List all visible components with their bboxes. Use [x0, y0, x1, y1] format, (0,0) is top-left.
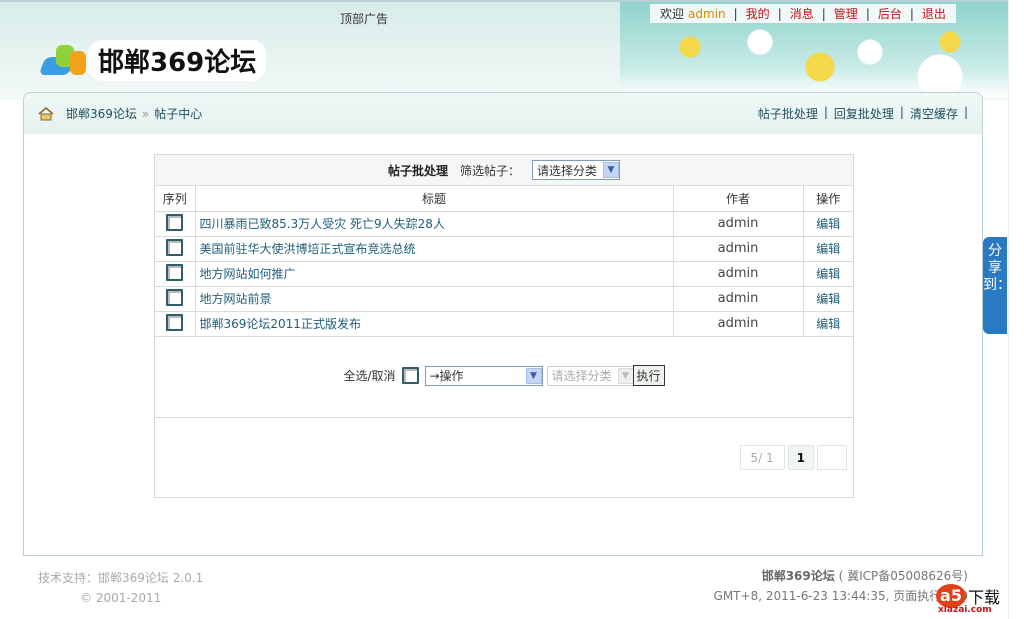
- table-row: 邯郸369论坛2011正式版发布 admin 编辑: [155, 311, 853, 337]
- category-select[interactable]: 请选择分类 ▼: [546, 365, 635, 386]
- breadcrumb-home[interactable]: 邯郸369论坛: [66, 105, 137, 122]
- edit-link[interactable]: 编辑: [816, 217, 840, 231]
- col-action: 操作: [803, 186, 853, 212]
- watermark-logo: a5 下载 xiazai.com: [936, 584, 1001, 615]
- action-cell: 编辑: [803, 311, 853, 337]
- divider: [155, 417, 853, 418]
- icp[interactable]: ( 冀ICP备05008626号): [839, 569, 968, 583]
- nav-messages[interactable]: 消息: [784, 5, 820, 22]
- post-title-link[interactable]: 四川暴雨已致85.3万人受灾 死亡9人失踪28人: [200, 217, 445, 231]
- copyright: © 2001-2011: [80, 591, 162, 605]
- batch-box-header: 帖子批处理 筛选帖子： 请选择分类 ▼: [155, 155, 853, 186]
- author-cell: admin: [673, 236, 804, 262]
- nav-logout[interactable]: 退出: [916, 5, 952, 22]
- row-checkbox[interactable]: [166, 238, 184, 256]
- page-current[interactable]: 1: [787, 445, 814, 470]
- filter-label: 筛选帖子：: [459, 163, 520, 178]
- col-title: 标题: [195, 186, 674, 212]
- post-title-link[interactable]: 地方网站如何推广: [200, 267, 296, 281]
- nav-manage[interactable]: 管理: [828, 5, 864, 22]
- row-checkbox[interactable]: [166, 313, 184, 331]
- batch-box: 帖子批处理 筛选帖子： 请选择分类 ▼ 序列 标题 作者 操作 四川暴雨已致85.…: [154, 154, 854, 498]
- post-title-link[interactable]: 美国前驻华大使洪博培正式宣布竞选总统: [200, 242, 416, 256]
- row-checkbox-cell: [155, 211, 196, 237]
- nav-my[interactable]: 我的: [740, 5, 776, 22]
- chevron-down-icon: ▼: [525, 367, 542, 384]
- action-cell: 编辑: [803, 261, 853, 287]
- title-cell: 美国前驻华大使洪博培正式宣布竞选总统: [195, 236, 674, 262]
- username-link[interactable]: admin: [686, 7, 732, 21]
- chevron-down-icon: ▼: [617, 367, 634, 384]
- user-nav: 欢迎 admin | 我的 | 消息 | 管理 | 后台 | 退出: [650, 4, 956, 23]
- breadcrumb: 邯郸369论坛 » 帖子中心 帖子批处理 | 回复批处理 | 清空缓存 |: [24, 93, 982, 134]
- footer-left: 技术支持：邯郸369论坛 2.0.1 © 2001-2011: [38, 568, 203, 608]
- operation-select[interactable]: →操作 ▼: [424, 365, 543, 386]
- action-cell: 编辑: [803, 286, 853, 312]
- filter-select[interactable]: 请选择分类 ▼: [532, 160, 621, 180]
- row-checkbox-cell: [155, 261, 196, 287]
- post-title-link[interactable]: 邯郸369论坛2011正式版发布: [200, 317, 361, 331]
- execute-button[interactable]: 执行: [632, 365, 665, 386]
- edit-link[interactable]: 编辑: [816, 242, 840, 256]
- edit-link[interactable]: 编辑: [816, 317, 840, 331]
- link-reply-batch[interactable]: 回复批处理: [834, 105, 894, 122]
- title-cell: 四川暴雨已致85.3万人受灾 死亡9人失踪28人: [195, 211, 674, 237]
- action-cell: 编辑: [803, 236, 853, 262]
- table-row: 地方网站前景 admin 编辑: [155, 286, 853, 312]
- author-cell: admin: [673, 286, 804, 312]
- author-cell: admin: [673, 211, 804, 237]
- link-post-batch[interactable]: 帖子批处理: [758, 105, 818, 122]
- col-author: 作者: [673, 186, 804, 212]
- welcome-label: 欢迎: [660, 7, 685, 21]
- breadcrumb-separator: »: [141, 106, 150, 121]
- row-checkbox-cell: [155, 311, 196, 337]
- author-cell: admin: [673, 311, 804, 337]
- nav-admin[interactable]: 后台: [872, 5, 908, 22]
- main-panel: 邯郸369论坛 » 帖子中心 帖子批处理 | 回复批处理 | 清空缓存 | 帖子批处理…: [23, 92, 983, 556]
- pagination: 5/ 1 1: [739, 445, 847, 470]
- post-title-link[interactable]: 地方网站前景: [200, 292, 272, 306]
- chevron-down-icon: ▼: [603, 162, 620, 178]
- batch-title: 帖子批处理: [387, 163, 448, 178]
- select-all-label: 全选/取消: [343, 369, 396, 383]
- row-checkbox-cell: [155, 286, 196, 312]
- action-cell: 编辑: [803, 211, 853, 237]
- select-all-checkbox[interactable]: [401, 367, 419, 384]
- row-checkbox[interactable]: [166, 288, 184, 306]
- header: 顶部广告 邯郸369论坛 欢迎 admin | 我的 | 消息 | 管理 | 后台 | 退…: [0, 0, 1008, 100]
- logo-text: 邯郸369论坛: [88, 40, 267, 81]
- title-cell: 邯郸369论坛2011正式版发布: [195, 311, 674, 337]
- row-checkbox-cell: [155, 236, 196, 262]
- page-time: GMT+8, 2011-6-23 13:44:35, 页面执行.000: [713, 589, 968, 603]
- page-next[interactable]: [817, 445, 847, 470]
- col-index: 序列: [155, 186, 196, 212]
- page-info: 5/ 1: [739, 445, 785, 470]
- table-row: 四川暴雨已致85.3万人受灾 死亡9人失踪28人 admin 编辑: [155, 211, 853, 237]
- share-tab[interactable]: 分享到：: [983, 237, 1011, 334]
- tech-support: 技术支持：邯郸369论坛 2.0.1: [38, 571, 204, 585]
- edit-link[interactable]: 编辑: [816, 267, 840, 281]
- site-logo[interactable]: 邯郸369论坛: [38, 40, 267, 81]
- batch-actions: 全选/取消 →操作 ▼ 请选择分类 ▼ 执行: [155, 365, 853, 386]
- title-cell: 地方网站前景: [195, 286, 674, 312]
- footer-right: 邯郸369论坛 ( 冀ICP备05008626号) GMT+8, 2011-6-…: [714, 566, 968, 606]
- title-cell: 地方网站如何推广: [195, 261, 674, 287]
- edit-link[interactable]: 编辑: [816, 292, 840, 306]
- row-checkbox[interactable]: [166, 213, 184, 231]
- home-icon[interactable]: [38, 106, 54, 121]
- logo-icon: [38, 41, 88, 81]
- row-checkbox[interactable]: [166, 263, 184, 281]
- top-ad[interactable]: 顶部广告: [340, 10, 388, 27]
- footer-site[interactable]: 邯郸369论坛: [762, 569, 835, 583]
- scrollbar[interactable]: [1008, 0, 1024, 619]
- author-cell: admin: [673, 261, 804, 287]
- breadcrumb-current: 帖子中心: [154, 107, 203, 121]
- table-row: 地方网站如何推广 admin 编辑: [155, 261, 853, 287]
- table-row: 美国前驻华大使洪博培正式宣布竞选总统 admin 编辑: [155, 236, 853, 262]
- link-clear-cache[interactable]: 清空缓存: [910, 105, 958, 122]
- posts-table: 序列 标题 作者 操作 四川暴雨已致85.3万人受灾 死亡9人失踪28人 adm…: [155, 186, 853, 337]
